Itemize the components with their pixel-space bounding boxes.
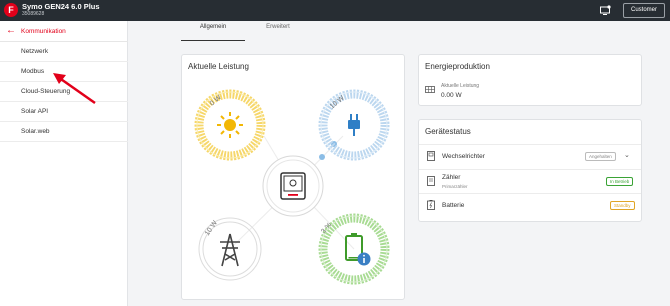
device-status-title: Gerätestatus [425,127,471,136]
device-serial: 35089628 [22,11,45,17]
battery-small-icon [427,200,435,210]
chevron-down-icon[interactable]: ⌄ [624,151,630,159]
pv-node[interactable]: 0 W [194,89,266,161]
power-tower-icon [220,233,240,267]
status-badge: Standby [610,201,635,210]
info-icon[interactable] [357,252,371,266]
tab-allgemein[interactable]: Allgemein [181,24,245,41]
load-value: 10 W [329,94,346,110]
solar-panel-icon [425,86,435,93]
power-flow-diagram: 0 W 10 W 10 W 3 % [194,89,390,285]
top-bar: F Symo GEN24 6.0 Plus 35089628 Customer [0,0,670,21]
energy-production-label: Aktuelle Leistung [441,83,480,89]
inverter-node[interactable] [262,155,324,217]
sidebar-item-label: Netzwerk [21,48,49,55]
inverter-icon [280,172,306,200]
energy-production-value: 0.00 W [441,92,462,99]
sun-icon [217,112,243,138]
grid-value: 10 W [204,219,219,237]
device-name: Wechselrichter [442,153,485,160]
status-badge: In Betrieb [606,177,634,186]
load-node[interactable]: 10 W [318,89,390,161]
customer-button[interactable]: Customer [623,3,665,18]
annotation-arrow [53,73,96,105]
sidebar-item-label: Modbus [21,68,45,75]
sidebar-item-label: Solar API [21,108,49,115]
current-power-title: Aktuelle Leistung [188,62,249,71]
status-badge: Angehalten [585,152,616,161]
back-link[interactable]: ← Kommunikation [0,21,128,42]
fronius-logo[interactable]: F [4,3,18,17]
tab-erweitert[interactable]: Erweitert [247,24,309,41]
flow-dot [319,154,325,160]
sidebar-item-solar-web[interactable]: Solar.web [0,122,128,142]
sidebar: ← Kommunikation Netzwerk Modbus Cloud-St… [0,21,128,306]
back-link-label: Kommunikation [21,28,66,35]
monitor-notification-icon[interactable] [600,5,611,15]
device-name: Zähler [442,174,461,181]
device-row-batterie[interactable]: Batterie Standby [419,193,641,217]
device-subtitle: Primarzähler [442,184,468,189]
device-row-zaehler[interactable]: Zähler Primarzähler In Betrieb [419,169,641,193]
sidebar-item-netzwerk[interactable]: Netzwerk [0,42,128,62]
energy-production-title: Energieproduktion [425,62,490,71]
device-row-wechselrichter[interactable]: Wechselrichter Angehalten ⌄ [419,144,641,168]
inverter-small-icon [427,151,435,161]
plug-icon [348,114,360,136]
device-name: Batterie [442,202,465,209]
meter-icon [427,176,435,186]
sidebar-item-label: Solar.web [21,128,50,135]
arrow-left-icon: ← [6,25,16,36]
device-title: Symo GEN24 6.0 Plus [22,2,100,11]
